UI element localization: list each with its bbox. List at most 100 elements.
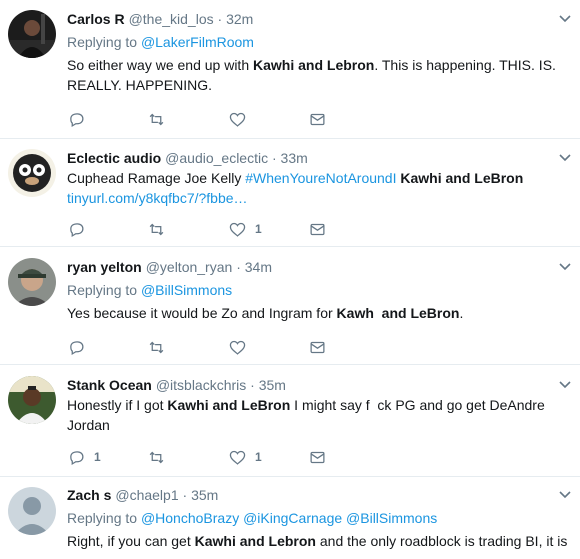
- tweet-text: Right, if you can get Kawhi and Lebron a…: [67, 531, 572, 551]
- mention-link[interactable]: @BillSimmons: [346, 510, 437, 526]
- display-name[interactable]: Stank Ocean: [67, 377, 152, 393]
- tweet-text-part: Honestly if I got: [67, 397, 168, 413]
- url-link[interactable]: tinyurl.com/y8kqfbc7/?fbbe…: [67, 190, 248, 206]
- chevron-down-icon[interactable]: [558, 378, 572, 392]
- retweet-icon: [149, 451, 164, 463]
- user-handle[interactable]: @itsblackchris: [156, 377, 246, 393]
- like-button[interactable]: [229, 337, 255, 357]
- chevron-down-icon[interactable]: [558, 260, 572, 274]
- tweet-timestamp[interactable]: 34m: [245, 259, 272, 275]
- heart-icon: [229, 340, 246, 355]
- user-handle[interactable]: @the_kid_los: [129, 11, 214, 27]
- tweet-text: Cuphead Ramage Joe Kelly #WhenYoureNotAr…: [67, 168, 572, 208]
- tweet-text-highlight: Kawh and LeBron: [336, 305, 460, 321]
- like-button[interactable]: [229, 109, 255, 129]
- direct-message-button[interactable]: [309, 219, 326, 239]
- chevron-down-icon[interactable]: [558, 151, 572, 165]
- display-name[interactable]: Carlos R: [67, 11, 125, 27]
- user-handle[interactable]: @chaelp1: [115, 487, 178, 503]
- like-button[interactable]: 1: [229, 219, 262, 239]
- tweet[interactable]: Carlos R @the_kid_los · 32m Replying to @…: [0, 0, 580, 139]
- tweet-text-part: Right, if you can get: [67, 533, 195, 549]
- reply-button[interactable]: [68, 219, 94, 239]
- tweet-timestamp[interactable]: 32m: [226, 11, 253, 27]
- tweet-text-part: and the only roadblock is trading BI, it…: [315, 533, 568, 549]
- tweet-text-highlight: Kawhi and Lebron: [253, 57, 375, 73]
- reply-icon: [70, 450, 84, 465]
- avatar[interactable]: [8, 149, 56, 197]
- tweet-text-part: So either way we end up with: [67, 57, 253, 73]
- avatar[interactable]: [8, 10, 56, 58]
- avatar[interactable]: [8, 376, 56, 424]
- envelope-icon: [310, 113, 325, 125]
- tweet-timestamp[interactable]: 35m: [191, 487, 218, 503]
- retweet-button[interactable]: [148, 447, 165, 467]
- tweet[interactable]: Stank Ocean @itsblackchris · 35m Honestly…: [0, 365, 580, 477]
- default-avatar-icon: [8, 487, 56, 535]
- avatar-image: [8, 258, 56, 306]
- retweet-icon: [149, 223, 164, 235]
- separator-dot: ·: [271, 150, 277, 166]
- replying-to-label: Replying to: [67, 510, 138, 526]
- reply-button[interactable]: 1: [68, 447, 101, 467]
- direct-message-button[interactable]: [309, 447, 326, 467]
- tweet-text-part: Cuphead Ramage Joe Kelly: [67, 170, 246, 186]
- hashtag-link[interactable]: #WhenYoureNotAroundI: [245, 170, 396, 186]
- envelope-icon: [310, 223, 325, 235]
- separator-dot: ·: [182, 487, 188, 503]
- like-count: 1: [255, 222, 262, 236]
- avatar-image: [8, 10, 56, 58]
- tweet-text: Honestly if I got Kawhi and LeBron I mig…: [67, 395, 572, 435]
- reply-button[interactable]: [68, 109, 94, 129]
- user-handle[interactable]: @yelton_ryan: [146, 259, 233, 275]
- avatar[interactable]: [8, 258, 56, 306]
- direct-message-button[interactable]: [309, 109, 326, 129]
- retweet-button[interactable]: [148, 337, 165, 357]
- reply-icon: [70, 340, 84, 355]
- envelope-icon: [310, 451, 325, 463]
- replying-to: Replying to @HonchoBrazy @iKingCarnage @…: [67, 508, 572, 528]
- tweet-text-part: .: [459, 305, 464, 321]
- reply-icon: [70, 222, 84, 237]
- retweet-button[interactable]: [148, 109, 165, 129]
- display-name[interactable]: Zach s: [67, 487, 111, 503]
- separator-dot: ·: [236, 259, 241, 275]
- heart-icon: [229, 112, 246, 127]
- reply-icon: [70, 112, 84, 127]
- tweet[interactable]: Eclectic audio @audio_eclectic · 33m Cuph…: [0, 139, 580, 247]
- mention-link[interactable]: @iKingCarnage: [243, 510, 342, 526]
- mention-link[interactable]: @BillSimmons: [141, 282, 232, 298]
- tweet-timestamp[interactable]: 35m: [259, 377, 286, 393]
- tweet[interactable]: Zach s @chaelp1 · 35m Replying to @Honcho…: [0, 477, 580, 559]
- chevron-down-icon[interactable]: [558, 488, 572, 502]
- retweet-icon: [149, 113, 164, 125]
- tweet-text-highlight: Kawhi and Lebron: [194, 533, 316, 549]
- tweet-timestamp[interactable]: 33m: [281, 150, 308, 166]
- heart-icon: [229, 450, 246, 465]
- like-count: 1: [255, 450, 262, 464]
- avatar-image: [8, 149, 56, 197]
- retweet-button[interactable]: [148, 219, 165, 239]
- envelope-icon: [310, 341, 325, 353]
- replying-to-label: Replying to: [67, 34, 138, 50]
- reply-button[interactable]: [68, 337, 94, 357]
- replying-to: Replying to @BillSimmons: [67, 280, 572, 300]
- reply-count: 1: [94, 450, 101, 464]
- tweet-text-highlight: Kawhi and LeBron: [167, 397, 291, 413]
- tweet-text-part: Yes because it would be Zo and Ingram fo…: [67, 305, 337, 321]
- tweet-text: Yes because it would be Zo and Ingram fo…: [67, 303, 572, 323]
- direct-message-button[interactable]: [309, 337, 326, 357]
- avatar[interactable]: [8, 487, 56, 535]
- retweet-icon: [149, 341, 164, 353]
- user-handle[interactable]: @audio_eclectic: [165, 150, 268, 166]
- separator-dot: ·: [217, 11, 223, 27]
- tweet-text: So either way we end up with Kawhi and L…: [67, 55, 572, 95]
- replying-to-label: Replying to: [67, 282, 138, 298]
- display-name[interactable]: ryan yelton: [67, 259, 142, 275]
- like-button[interactable]: 1: [229, 447, 262, 467]
- mention-link[interactable]: @LakerFilmRoom: [141, 34, 254, 50]
- tweet[interactable]: ryan yelton @yelton_ryan · 34m Replying t…: [0, 247, 580, 365]
- display-name[interactable]: Eclectic audio: [67, 150, 161, 166]
- mention-link[interactable]: @HonchoBrazy: [141, 510, 239, 526]
- chevron-down-icon[interactable]: [558, 12, 572, 26]
